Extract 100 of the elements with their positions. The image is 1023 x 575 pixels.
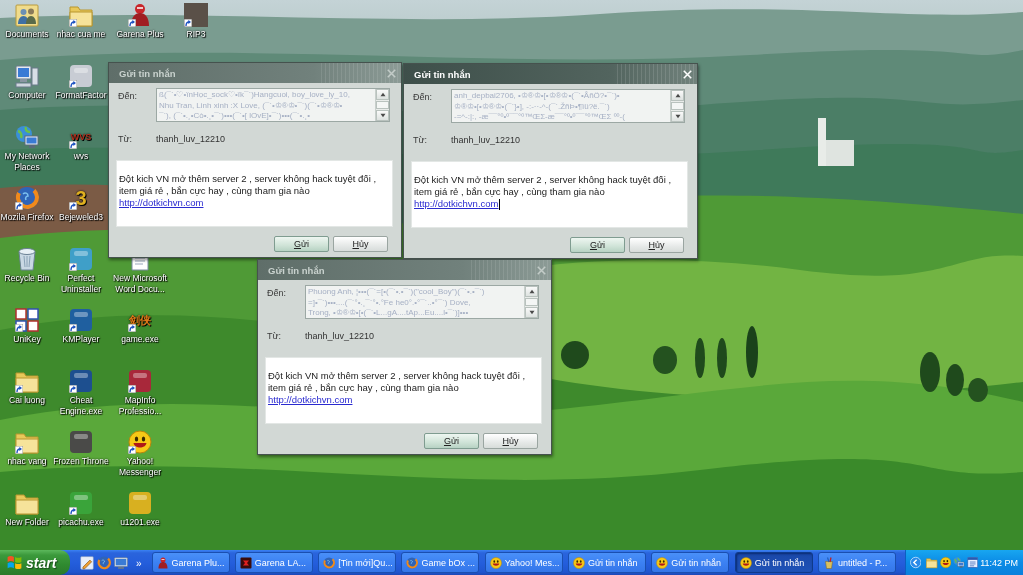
icon-label: Computer	[8, 90, 46, 101]
icon-label: nhac vang	[7, 456, 47, 467]
message-field[interactable]: Đột kich VN mở thêm server 2 , server không hack tuyệt đối , item giá rẻ , bắn cực hay , cùng tham gia nào http://dotkichvn.com	[116, 160, 393, 227]
icon-label: Frozen Throne	[53, 456, 109, 467]
taskbar-button[interactable]: Garena Plu...	[151, 552, 230, 573]
cancel-button[interactable]: Hủy	[483, 433, 538, 449]
link[interactable]: http://dotkichvn.com	[119, 197, 204, 209]
folder-icon[interactable]	[15, 491, 39, 515]
window-icon[interactable]	[966, 556, 979, 569]
icon-label: New Microsoft Word Docu...	[112, 273, 168, 295]
chevron-left-icon[interactable]	[910, 556, 922, 569]
smiley-icon	[573, 556, 586, 569]
taskbar-button[interactable]: Gửi tin nhắn	[568, 552, 647, 573]
figure-icon	[156, 556, 169, 569]
globe-monitor-icon[interactable]	[953, 556, 965, 569]
app-logo[interactable]: 3	[75, 188, 87, 208]
taskbar-button[interactable]: Gửi tin nhắn	[651, 552, 730, 573]
field-label: Đến:	[413, 92, 433, 103]
globe-icon[interactable]	[97, 555, 111, 570]
trash-bin-icon[interactable]	[15, 247, 39, 271]
icon-label: Mozila Firefox	[0, 212, 54, 223]
send-button[interactable]: Gửi	[424, 433, 479, 449]
tree	[653, 346, 677, 374]
message-field[interactable]: Đột kich VN mở thêm server 2 , server không hack tuyệt đối , item giá rẻ , bắn cực hay , cùng tham gia nào http://dotkichvn.com	[265, 357, 542, 424]
sender-name: thanh_luv_12210	[451, 135, 521, 145]
close-icon	[537, 265, 546, 275]
user-folder-icon[interactable]	[15, 3, 39, 27]
tree	[920, 352, 940, 392]
tree	[561, 341, 589, 369]
link[interactable]: http://dotkichvn.com	[268, 394, 353, 406]
grain-elevator	[818, 118, 854, 166]
icon-label: UniKey	[13, 334, 41, 345]
start-button[interactable]: start	[0, 550, 70, 575]
field-label: Đến:	[267, 288, 287, 299]
icon-label: picachu.exe	[58, 517, 104, 528]
icon-label: Bejeweled3	[59, 212, 103, 223]
icon-label: New Folder	[5, 517, 49, 528]
paint-cup-icon	[822, 556, 835, 569]
icon-label: Recycle Bin	[4, 273, 50, 284]
flag-icon	[7, 555, 22, 570]
app-tile-icon[interactable]	[128, 491, 152, 515]
message-field[interactable]: Đột kich VN mở thêm server 2 , server không hack tuyệt đối , item giá rẻ , bắn cực hay , cùng tham gia nào http://dotkichvn.com	[411, 161, 688, 228]
send-button[interactable]: Gửi	[274, 236, 329, 252]
icon-label: FormatFactor	[55, 90, 107, 101]
window-title: Gửi tin nhắn	[119, 67, 176, 79]
icon-label: nhac cua me	[56, 29, 106, 40]
close-icon	[683, 69, 692, 79]
tile-grid-icon[interactable]	[15, 308, 39, 332]
smiley-icon	[656, 556, 669, 569]
field-label: Từ:	[118, 133, 134, 145]
tree	[946, 364, 964, 396]
smiley-icon	[489, 556, 502, 569]
window-title: Gửi tin nhắn	[414, 68, 471, 80]
icon-label: Cai luong	[9, 395, 45, 406]
icon-label: Yahoo! Messenger	[117, 456, 163, 478]
monitor-icon[interactable]	[114, 555, 128, 570]
icon-label: My Network Places	[3, 151, 51, 173]
overflow-button[interactable]: »	[134, 557, 144, 569]
icon-label: game.exe	[121, 334, 159, 345]
taskbar-button[interactable]: Game bOx ...	[401, 552, 480, 573]
clock: 11:42 PM	[980, 557, 1018, 568]
window-title: Gửi tin nhắn	[268, 264, 325, 276]
icon-label: MapInfo Professio...	[117, 395, 163, 417]
taskbar-button[interactable]: [Tin mới]Qu...	[318, 552, 397, 573]
folder-icon[interactable]	[926, 556, 938, 569]
taskbar-button[interactable]: Garena LA...	[234, 552, 313, 573]
taskbar-button[interactable]: Gửi tin nhắn	[734, 552, 813, 573]
sender-name: thanh_luv_12210	[305, 331, 375, 341]
triangle-up-icon	[379, 92, 386, 97]
globe-monitor-icon[interactable]	[15, 125, 39, 149]
icon-label: RIP3	[186, 29, 206, 40]
smiley-icon	[739, 556, 752, 569]
taskbar-button[interactable]: untitled - P...	[817, 552, 896, 573]
tree	[968, 378, 988, 402]
sender-name: thanh_luv_12210	[156, 134, 226, 144]
taskbar-button[interactable]: Yahoo! Mes...	[484, 552, 563, 573]
triangle-down-icon	[379, 113, 386, 118]
tree	[746, 326, 758, 378]
tree	[717, 338, 727, 378]
globe-icon	[406, 556, 419, 569]
field-label: Đến:	[118, 91, 138, 102]
game-tile-icon	[239, 556, 252, 569]
icon-label: Garena Plus	[116, 29, 164, 40]
link[interactable]: http://dotkichvn.com	[414, 198, 499, 210]
close-icon	[387, 68, 396, 78]
icon-label: wvs	[73, 151, 89, 162]
cancel-button[interactable]: Hủy	[333, 236, 388, 252]
globe-icon	[323, 556, 336, 569]
icon-label: Perfect Uninstaller	[59, 273, 103, 295]
pencil-icon[interactable]	[80, 555, 94, 570]
icon-label: Documents	[5, 29, 49, 40]
field-label: Từ:	[413, 134, 429, 146]
cancel-button[interactable]: Hủy	[629, 237, 684, 253]
tree	[695, 338, 705, 378]
app-tile-icon[interactable]	[69, 430, 93, 454]
field-label: Từ:	[267, 330, 283, 342]
icon-label: u1201.exe	[120, 517, 160, 528]
send-button[interactable]: Gửi	[570, 237, 625, 253]
icon-label: KMPlayer	[62, 334, 100, 345]
computer-icon[interactable]	[15, 64, 39, 88]
